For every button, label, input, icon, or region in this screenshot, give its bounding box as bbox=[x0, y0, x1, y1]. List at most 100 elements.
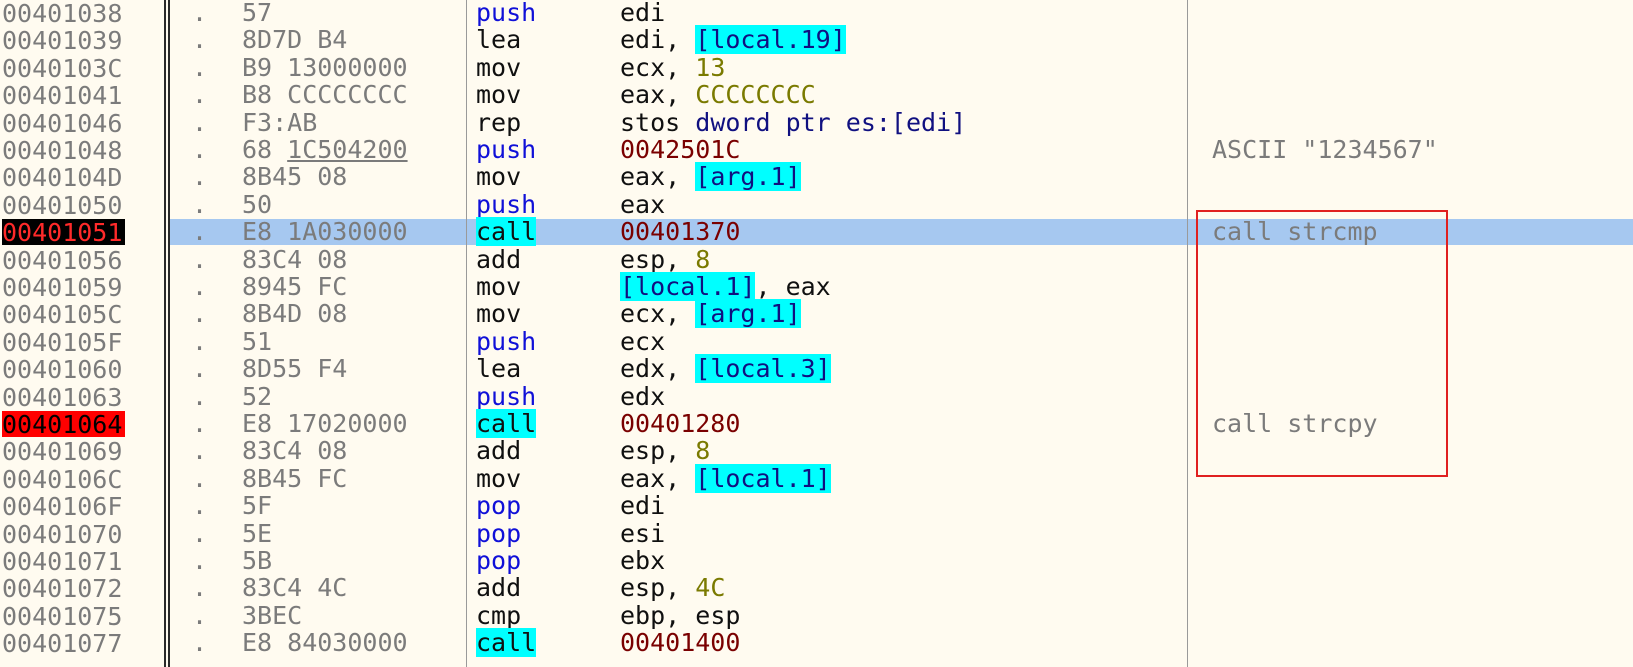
hex-bytes-reloc: 1C504200 bbox=[287, 135, 408, 164]
operand-part: [arg.1] bbox=[695, 299, 801, 329]
mnemonic-cell: call bbox=[476, 409, 537, 438]
address-cell[interactable]: 00401051 bbox=[2, 218, 158, 246]
address-text: 00401064 bbox=[2, 411, 126, 438]
disasm-row-00401070[interactable]: 00401070 . 5E pop esi bbox=[0, 518, 1633, 548]
address-text: 00401046 bbox=[2, 108, 123, 138]
hex-bytes: 8D55 F4 bbox=[242, 354, 348, 384]
hex-bytes: 83C4 4C bbox=[242, 573, 348, 603]
disasm-row-00401038[interactable]: 00401038 . 57 push edi bbox=[0, 0, 1633, 27]
disasm-row-00401041[interactable]: 00401041 . B8 CCCCCCCC mov eax, CCCCCCCC bbox=[0, 80, 1633, 110]
operand-part: [local.1] bbox=[620, 272, 756, 301]
hex-bytes: 5B bbox=[242, 546, 273, 575]
disasm-row-00401048[interactable]: 00401048 . 68 1C504200 push 0042501C ASC… bbox=[0, 135, 1633, 165]
address-cell[interactable]: 00401069 bbox=[2, 437, 158, 465]
disasm-row-0040104d[interactable]: 0040104D . 8B45 08 mov eax, [arg.1] bbox=[0, 162, 1633, 192]
operand-part: eax bbox=[785, 272, 831, 301]
address-cell[interactable]: 0040105C bbox=[2, 300, 158, 328]
operand-part: , bbox=[755, 272, 786, 301]
address-cell[interactable]: 0040106C bbox=[2, 465, 158, 493]
mnemonic-cell: add bbox=[476, 244, 522, 274]
operand-part: esi bbox=[620, 518, 666, 548]
address-cell[interactable]: 00401059 bbox=[2, 273, 158, 301]
mnemonic-cell: cmp bbox=[476, 601, 521, 630]
hex-dump-cell: B9 13000000 bbox=[242, 53, 408, 82]
operand-part: [local.19] bbox=[695, 25, 846, 55]
disasm-row-00401072[interactable]: 00401072 . 83C4 4C add esp, 4C bbox=[0, 573, 1633, 603]
address-text: 0040103C bbox=[2, 53, 123, 83]
disasm-row-0040106f[interactable]: 0040106F . 5F pop edi bbox=[0, 492, 1633, 521]
hex-bytes: 51 bbox=[242, 326, 273, 356]
hex-bytes: 8B45 FC bbox=[242, 463, 348, 493]
address-cell[interactable]: 00401063 bbox=[2, 383, 158, 411]
address-text: 00401069 bbox=[2, 437, 123, 467]
address-cell[interactable]: 00401072 bbox=[2, 574, 158, 602]
operand-part: edi bbox=[620, 0, 666, 27]
mnemonic-cell: push bbox=[476, 381, 537, 411]
mnemonic-text: push bbox=[476, 381, 537, 411]
comment-cell: ASCII "1234567" bbox=[1212, 135, 1438, 164]
address-cell[interactable]: 00401075 bbox=[2, 602, 158, 630]
jump-marker: . bbox=[192, 272, 208, 301]
hex-bytes: 68 bbox=[242, 135, 288, 164]
mnemonic-cell: mov bbox=[476, 81, 521, 109]
hex-dump-cell: 52 bbox=[242, 382, 272, 411]
jump-marker: . bbox=[192, 162, 208, 192]
address-text: 00401041 bbox=[2, 81, 123, 111]
operand-part: ecx bbox=[620, 326, 666, 356]
address-cell[interactable]: 0040105F bbox=[2, 328, 158, 356]
jump-marker: . bbox=[192, 628, 208, 658]
operands-cell: ebx bbox=[620, 547, 665, 575]
mnemonic-text: pop bbox=[476, 518, 522, 548]
disasm-row-00401075[interactable]: 00401075 . 3BEC cmp ebp, esp bbox=[0, 601, 1633, 630]
disasm-row-00401046[interactable]: 00401046 . F3:AB rep stos dword ptr es:[… bbox=[0, 107, 1633, 137]
address-cell[interactable]: 00401060 bbox=[2, 355, 158, 383]
address-cell[interactable]: 00401048 bbox=[2, 136, 158, 164]
disassembly-pane[interactable]: 00401038 . 57 push edi 00401039 . 8D7D B… bbox=[0, 0, 1633, 667]
operand-part: ecx bbox=[620, 52, 666, 82]
address-cell[interactable]: 00401046 bbox=[2, 109, 158, 137]
address-cell[interactable]: 00401070 bbox=[2, 520, 158, 548]
address-cell[interactable]: 00401071 bbox=[2, 547, 158, 575]
mnemonic-text: call bbox=[476, 217, 537, 247]
address-cell[interactable]: 00401077 bbox=[2, 629, 158, 657]
mnemonic-cell: pop bbox=[476, 547, 521, 575]
operands-cell: edi, [local.19] bbox=[620, 25, 846, 55]
mnemonic-text: lea bbox=[476, 25, 522, 55]
hex-dump-cell: 68 1C504200 bbox=[242, 136, 408, 164]
operands-cell: edx, [local.3] bbox=[620, 354, 831, 384]
jump-marker: . bbox=[192, 436, 208, 466]
disasm-row-00401077[interactable]: 00401077 . E8 84030000 call 00401400 bbox=[0, 628, 1633, 658]
disasm-row-00401039[interactable]: 00401039 . 8D7D B4 lea edi, [local.19] bbox=[0, 25, 1633, 55]
address-cell[interactable]: 00401056 bbox=[2, 246, 158, 274]
jump-marker: . bbox=[192, 409, 208, 438]
mnemonic-cell: push bbox=[476, 136, 536, 164]
jump-marker: . bbox=[192, 107, 208, 137]
address-text: 00401039 bbox=[2, 26, 123, 56]
mnemonic-text: add bbox=[476, 244, 522, 274]
address-cell[interactable]: 0040104D bbox=[2, 163, 158, 191]
operand-part: 00401280 bbox=[620, 409, 741, 438]
address-cell[interactable]: 00401064 bbox=[2, 410, 158, 438]
address-cell[interactable]: 00401041 bbox=[2, 81, 158, 109]
mnemonic-cell: call bbox=[476, 217, 537, 247]
hex-bytes: B8 CCCCCCCC bbox=[242, 80, 408, 110]
operands-cell: esi bbox=[620, 518, 666, 548]
hex-bytes: 83C4 08 bbox=[242, 436, 348, 466]
address-cell[interactable]: 0040103C bbox=[2, 54, 158, 82]
hex-bytes: 57 bbox=[242, 0, 273, 27]
address-cell[interactable]: 00401039 bbox=[2, 26, 158, 54]
address-text: 00401048 bbox=[2, 136, 123, 165]
address-text: 0040106C bbox=[2, 464, 123, 494]
disasm-row-00401071[interactable]: 00401071 . 5B pop ebx bbox=[0, 546, 1633, 576]
operands-cell: esp, 8 bbox=[620, 245, 710, 274]
operands-cell: ebp, esp bbox=[620, 601, 740, 630]
hex-dump-cell: 57 bbox=[242, 0, 272, 27]
column-divider-address-inner bbox=[168, 0, 170, 667]
address-cell[interactable]: 0040106F bbox=[2, 492, 158, 520]
address-cell[interactable]: 00401038 bbox=[2, 0, 158, 27]
mnemonic-text: lea bbox=[476, 354, 522, 384]
address-cell[interactable]: 00401050 bbox=[2, 191, 158, 219]
annotation-box bbox=[1196, 210, 1448, 477]
disasm-row-0040103c[interactable]: 0040103C . B9 13000000 mov ecx, 13 bbox=[0, 52, 1633, 82]
mnemonic-text: push bbox=[476, 189, 537, 219]
